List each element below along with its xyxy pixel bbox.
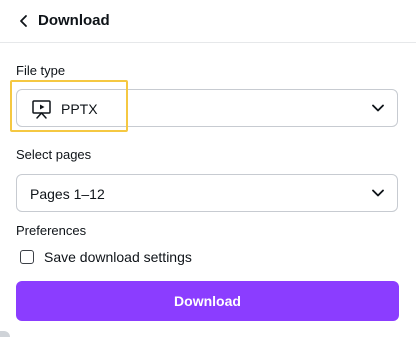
select-pages-value: Pages 1–12 bbox=[30, 186, 105, 202]
preferences-label: Preferences bbox=[16, 223, 87, 238]
select-pages-select[interactable]: Pages 1–12 bbox=[16, 174, 398, 212]
presentation-icon bbox=[32, 100, 51, 119]
page-title: Download bbox=[38, 12, 110, 29]
save-settings-checkbox[interactable] bbox=[20, 250, 34, 264]
file-type-select[interactable]: PPTX bbox=[16, 89, 398, 127]
panel-header: Download bbox=[0, 0, 416, 43]
save-settings-label: Save download settings bbox=[44, 249, 192, 265]
download-panel: Download File type PPTX Select pages Pag… bbox=[0, 0, 416, 337]
chevron-down-icon bbox=[372, 189, 384, 197]
back-button[interactable] bbox=[14, 11, 34, 31]
save-settings-row[interactable]: Save download settings bbox=[20, 248, 192, 266]
chevron-left-icon bbox=[20, 15, 27, 27]
file-type-value: PPTX bbox=[61, 101, 98, 117]
download-button[interactable]: Download bbox=[16, 281, 399, 321]
file-type-label: File type bbox=[16, 63, 66, 78]
select-pages-label: Select pages bbox=[16, 147, 92, 162]
corner-decoration bbox=[0, 331, 10, 337]
chevron-down-icon bbox=[372, 104, 384, 112]
